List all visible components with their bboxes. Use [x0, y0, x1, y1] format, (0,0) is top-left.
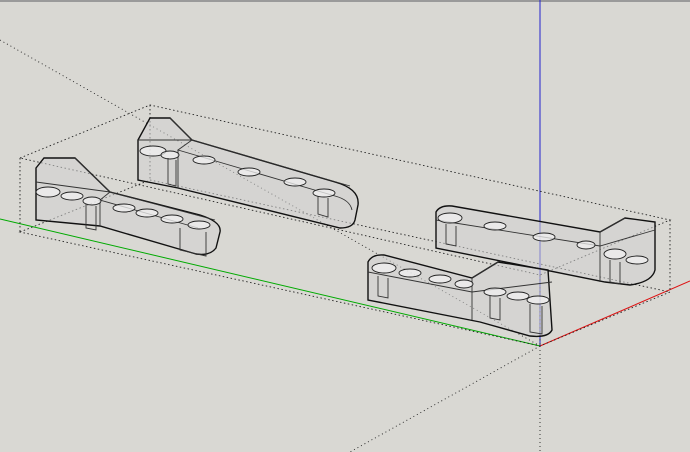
hole — [160, 150, 180, 160]
hole — [312, 188, 336, 198]
hole — [192, 155, 216, 165]
hole — [526, 295, 550, 305]
hole — [437, 212, 463, 224]
hole — [135, 208, 159, 218]
hole — [576, 240, 596, 250]
hole — [398, 268, 422, 278]
hole — [237, 167, 261, 177]
hole — [371, 262, 397, 274]
model-canvas[interactable] — [0, 0, 690, 452]
3d-viewport[interactable] — [0, 0, 690, 452]
hole — [35, 186, 61, 198]
hole — [532, 232, 556, 242]
hole — [603, 248, 627, 260]
hole — [428, 274, 452, 284]
hole — [483, 221, 507, 231]
bracket-right-front[interactable] — [367, 254, 553, 338]
hole — [506, 291, 530, 301]
hole — [82, 196, 102, 206]
hole — [160, 214, 184, 224]
hole — [454, 279, 474, 289]
hole — [112, 203, 136, 213]
hole — [625, 255, 649, 265]
hole — [283, 177, 307, 187]
red-axis-dotted — [349, 345, 541, 452]
top-edge — [0, 0, 690, 2]
hole — [60, 191, 84, 201]
hole — [187, 220, 211, 230]
hole — [483, 287, 507, 297]
